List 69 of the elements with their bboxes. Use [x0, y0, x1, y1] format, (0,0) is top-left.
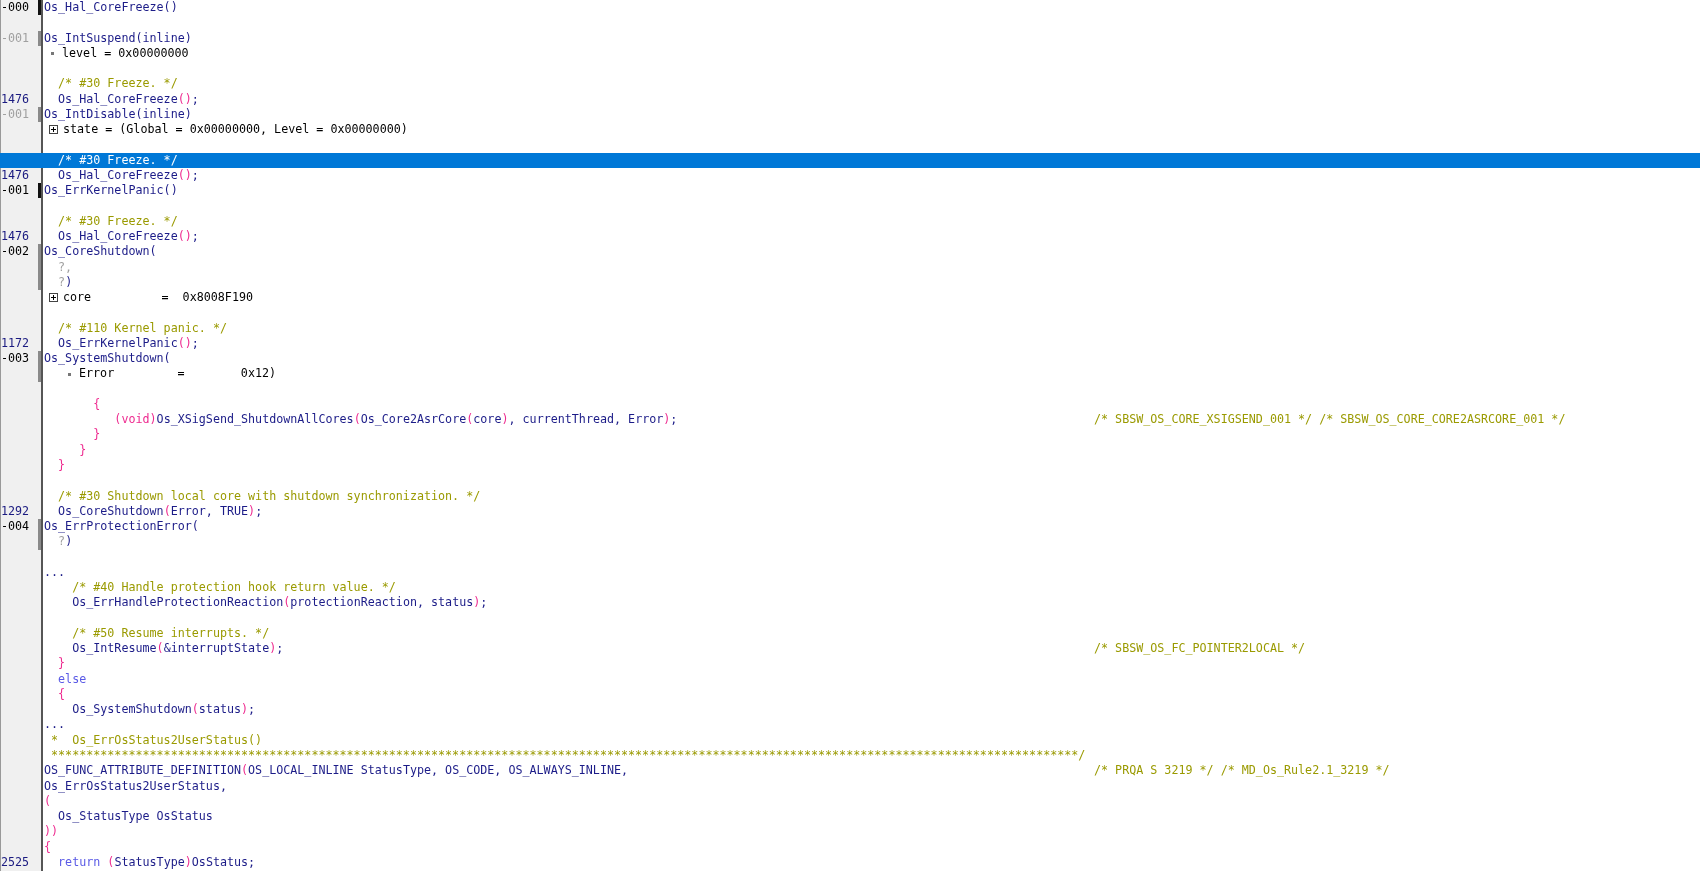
code-line: * Os_ErrOsStatus2UserStatus(): [50, 732, 263, 749]
code-line: ?): [57, 534, 73, 550]
code-line: ...: [44, 717, 66, 733]
line-number: 1476: [1, 167, 30, 182]
line-number: -001: [1, 106, 30, 121]
code-line: }: [92, 427, 101, 443]
code-line: Os_ErrOsStatus2UserStatus,: [44, 778, 227, 794]
code-line: Os_IntSuspend(inline): [44, 30, 192, 46]
code-comment: /* SBSW_OS_CORE_XSIGSEND_001 */ /* SBSW_OS_CORE_CORE2ASRCORE_001 */: [1094, 412, 1566, 428]
variable-value: core = 0x8008F190: [63, 290, 253, 306]
code-line: OS_FUNC_ATTRIBUTE_DEFINITION(OS_LOCAL_INLINE StatusType, OS_CODE, OS_ALWAYS_INLINE,: [44, 763, 629, 779]
bullet-icon: [51, 51, 54, 55]
code-line: ?): [57, 274, 73, 291]
expand-icon[interactable]: [49, 125, 58, 135]
code-line: **************************************************************************************************************************************************/: [50, 748, 1086, 764]
expand-icon[interactable]: [49, 293, 58, 303]
variable-value: level = 0x00000000: [62, 45, 189, 62]
code-line: ?,: [57, 259, 73, 275]
code-line: Os_Hal_CoreFreeze();: [57, 229, 199, 245]
line-number: 1292: [1, 503, 30, 518]
code-line: ...: [44, 564, 66, 581]
code-line: )): [44, 824, 59, 840]
code-line: /* #30 Freeze. */: [57, 152, 178, 168]
code-line: /* #30 Freeze. */: [57, 213, 178, 229]
code-line: /* #30 Shutdown local core with shutdown synchronization. */: [57, 488, 481, 504]
code-line: Os_ErrProtectionError(: [44, 519, 199, 535]
code-line: Os_SystemShutdown(: [44, 351, 171, 367]
code-line: else: [57, 671, 87, 687]
bullet-icon: [68, 372, 71, 376]
line-number: -003: [1, 351, 30, 366]
code-line: Os_CoreShutdown(: [44, 244, 157, 260]
code-line: Os_ErrHandleProtectionReaction(protectionReaction, status);: [71, 595, 488, 611]
code-line: Os_IntDisable(inline): [44, 106, 192, 123]
line-number: 1476: [1, 91, 30, 106]
line-number: -002: [1, 244, 30, 259]
line-number: 1476: [1, 229, 30, 243]
code-line: Os_StatusType OsStatus: [57, 809, 213, 825]
code-line: (void)Os_XSigSend_ShutdownAllCores(Os_Core2AsrCore(core), currentThread, Error);: [113, 412, 678, 428]
code-line: /* #40 Handle protection hook return value. */: [71, 580, 396, 596]
code-line: }: [57, 457, 66, 474]
line-number: -001: [1, 183, 30, 198]
line-number: -001: [1, 30, 30, 45]
code-line: /* #110 Kernel panic. */: [57, 320, 227, 336]
code-line: {: [57, 686, 66, 703]
code-comment: /* SBSW_OS_FC_POINTER2LOCAL */: [1094, 641, 1306, 657]
code-line: Os_Hal_CoreFreeze();: [57, 167, 199, 184]
code-line: /* #30 Freeze. */: [57, 76, 178, 92]
code-line: {: [44, 839, 52, 855]
code-line: }: [78, 442, 87, 458]
code-line: Os_ErrKernelPanic(): [44, 183, 178, 199]
line-number: 2525: [1, 854, 30, 869]
code-line: }: [57, 656, 66, 672]
highlighted-row[interactable]: /* #30 Freeze. */: [0, 152, 1700, 168]
code-line: Os_Hal_CoreFreeze();: [57, 91, 199, 107]
code-line: Os_Hal_CoreFreeze(): [44, 0, 178, 16]
code-comment: /* PRQA S 3219 */ /* MD_Os_Rule2.1_3219 */: [1094, 763, 1390, 779]
line-number: -004: [1, 519, 30, 534]
code-line: {: [92, 396, 101, 413]
code-line: return (StatusType)OsStatus;: [57, 854, 256, 871]
line-number: 1172: [1, 335, 30, 350]
code-line: Os_IntResume(&interruptState);: [71, 641, 284, 657]
code-line: Os_ErrKernelPanic();: [57, 335, 199, 352]
code-line: /* #50 Resume interrupts. */: [71, 625, 270, 642]
line-number: -000: [1, 0, 30, 14]
variable-value: Error = 0x12): [79, 366, 277, 382]
code-line: Os_CoreShutdown(Error, TRUE);: [57, 503, 263, 520]
code-line: Os_SystemShutdown(status);: [71, 702, 256, 718]
variable-value: state = (Global = 0x00000000, Level = 0x00000000): [63, 122, 408, 138]
code-line: (: [44, 793, 52, 810]
